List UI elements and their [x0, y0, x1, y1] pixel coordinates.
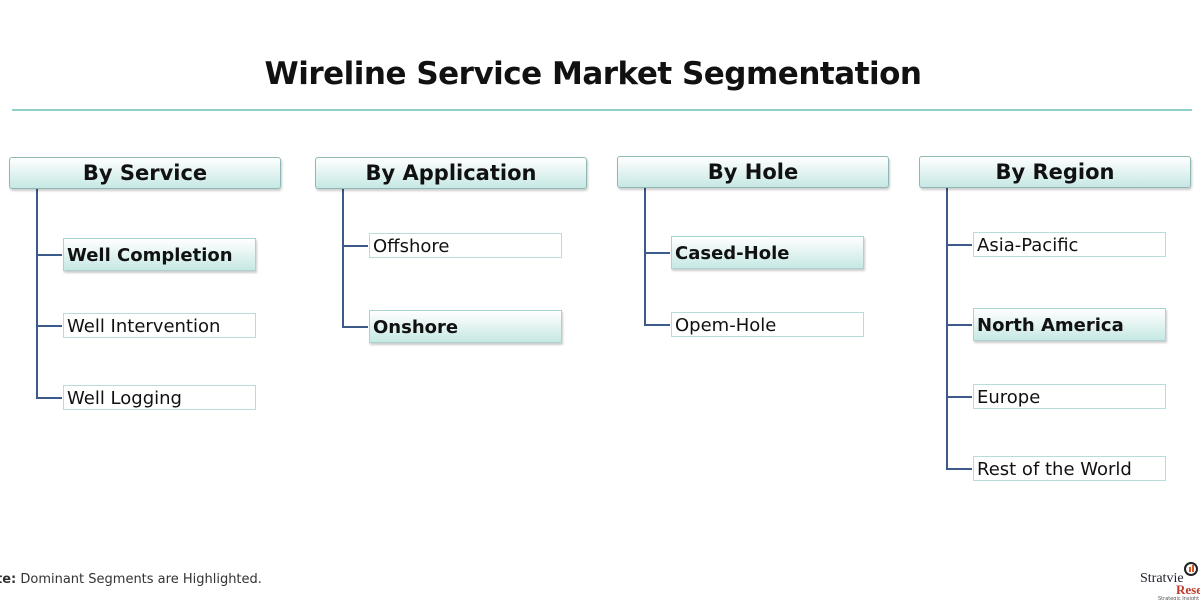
stratview-logo: Stratvie Rese Strategic Insight: [1140, 560, 1200, 602]
connector-horizontal: [946, 467, 972, 470]
connector-horizontal: [36, 324, 62, 327]
segment-item: Rest of the World: [973, 456, 1166, 481]
connector-horizontal: [36, 253, 62, 256]
connector-horizontal: [342, 325, 368, 328]
segment-item: Europe: [973, 384, 1166, 409]
segment-item: Offshore: [369, 233, 562, 258]
footnote: te: Dominant Segments are Highlighted.: [0, 572, 262, 587]
segment-item: Well Completion: [63, 238, 256, 271]
connector-horizontal: [36, 396, 62, 399]
title-divider: [12, 109, 1192, 111]
connector-vertical: [946, 187, 948, 469]
segment-item: Well Logging: [63, 385, 256, 410]
segment-item: Well Intervention: [63, 313, 256, 338]
svg-text:Strategic Insight: Strategic Insight: [1158, 596, 1199, 600]
note-text: Dominant Segments are Highlighted.: [16, 572, 262, 587]
segment-item: Opem-Hole: [671, 312, 864, 337]
column-header-0: By Service: [9, 157, 281, 189]
column-header-3: By Region: [919, 156, 1191, 188]
svg-text:Rese: Rese: [1176, 582, 1200, 597]
note-prefix: te:: [0, 572, 17, 587]
logo-graphic: Stratvie Rese Strategic Insight: [1140, 562, 1200, 602]
connector-horizontal: [644, 251, 670, 254]
connector-vertical: [644, 187, 646, 325]
column-header-2: By Hole: [617, 156, 889, 188]
connector-horizontal: [342, 244, 368, 247]
segment-item: North America: [973, 308, 1166, 341]
connector-horizontal: [946, 395, 972, 398]
segment-item: Asia-Pacific: [973, 232, 1166, 257]
connector-horizontal: [946, 323, 972, 326]
column-header-1: By Application: [315, 157, 587, 189]
connector-horizontal: [946, 243, 972, 246]
segment-item: Cased-Hole: [671, 236, 864, 269]
connector-horizontal: [644, 323, 670, 326]
connector-vertical: [342, 188, 344, 327]
connector-vertical: [36, 188, 38, 398]
page-title: Wireline Service Market Segmentation: [264, 56, 922, 92]
segment-item: Onshore: [369, 310, 562, 343]
